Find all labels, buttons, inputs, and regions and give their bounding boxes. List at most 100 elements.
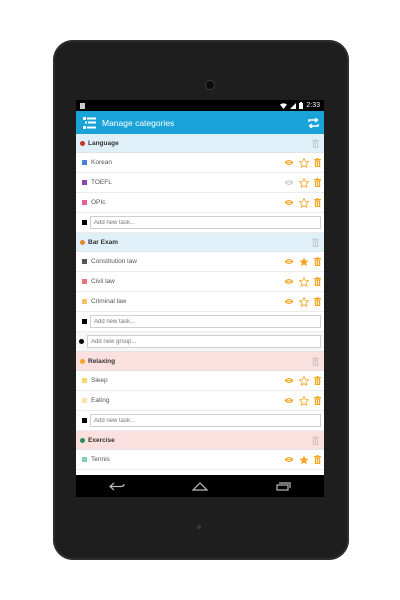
task-row[interactable]: Korean — [76, 153, 324, 173]
task-name: Tennis — [91, 456, 110, 463]
star-icon[interactable] — [299, 197, 309, 208]
trash-icon[interactable] — [314, 455, 321, 464]
eye-icon[interactable] — [284, 179, 294, 186]
star-icon[interactable] — [299, 375, 309, 386]
add-task-input[interactable] — [90, 315, 321, 328]
add-task-input[interactable] — [90, 216, 321, 229]
status-time: 2:33 — [306, 102, 320, 109]
category-list: Language Korean TOEFL OPIc Bar Exam Constitut… — [76, 134, 324, 485]
task-color-swatch[interactable] — [82, 180, 87, 185]
page-title: Manage categories — [102, 117, 175, 128]
trash-icon[interactable] — [314, 396, 321, 405]
group-color-dot[interactable] — [80, 239, 85, 245]
task-color-swatch[interactable] — [82, 457, 87, 462]
star-icon[interactable] — [299, 157, 309, 168]
task-name: OPIc — [91, 199, 106, 206]
star-icon[interactable] — [299, 395, 309, 406]
home-icon[interactable] — [191, 481, 208, 491]
task-color-swatch[interactable] — [82, 200, 87, 205]
group-color-dot[interactable] — [80, 358, 85, 364]
group-color-dot[interactable] — [80, 140, 85, 146]
group-name: Exercise — [88, 436, 115, 444]
task-row[interactable]: Constitution law — [76, 252, 324, 272]
signal-icon — [290, 102, 297, 109]
group-name: Relaxing — [88, 357, 116, 365]
task-name: Eating — [91, 397, 110, 404]
trash-icon[interactable] — [314, 178, 321, 187]
star-icon[interactable] — [299, 256, 309, 267]
trash-icon[interactable] — [312, 138, 319, 148]
trash-icon[interactable] — [314, 297, 321, 306]
task-color-swatch[interactable] — [82, 398, 87, 403]
add-task-row — [76, 312, 324, 332]
trash-icon[interactable] — [314, 257, 321, 266]
eye-icon[interactable] — [284, 397, 294, 404]
task-row[interactable]: TOEFL — [76, 173, 324, 193]
task-color-swatch[interactable] — [82, 378, 87, 383]
task-row[interactable]: OPIc — [76, 193, 324, 213]
task-row[interactable]: Civil law — [76, 272, 324, 292]
recents-icon[interactable] — [275, 481, 291, 491]
group-header[interactable]: Relaxing — [76, 352, 324, 371]
group-name: Bar Exam — [88, 238, 118, 246]
eye-icon[interactable] — [284, 159, 294, 166]
task-row[interactable]: Sleep — [76, 371, 324, 391]
group-header[interactable]: Bar Exam — [76, 233, 324, 252]
group-name: Language — [88, 139, 119, 147]
nav-bar — [76, 475, 324, 497]
trash-icon[interactable] — [312, 435, 319, 445]
add-task-row — [76, 213, 324, 233]
trash-icon[interactable] — [312, 237, 319, 247]
task-color-swatch[interactable] — [82, 319, 87, 324]
eye-icon[interactable] — [284, 298, 294, 305]
star-icon[interactable] — [299, 296, 309, 307]
task-color-swatch[interactable] — [82, 259, 87, 264]
list-menu-icon[interactable] — [83, 116, 96, 129]
app-bar: Manage categories — [76, 111, 324, 134]
status-bar: 2:33 — [76, 100, 324, 111]
group-color-swatch[interactable] — [79, 339, 84, 344]
front-camera — [205, 80, 215, 90]
task-name: TOEFL — [91, 179, 112, 186]
task-row[interactable]: Eating — [76, 391, 324, 411]
group-header[interactable]: Exercise — [76, 431, 324, 450]
task-row[interactable]: Criminal law — [76, 292, 324, 312]
star-icon[interactable] — [299, 454, 309, 465]
task-name: Criminal law — [91, 298, 127, 305]
eye-icon[interactable] — [284, 258, 294, 265]
trash-icon[interactable] — [314, 198, 321, 207]
task-name: Constitution law — [91, 258, 137, 265]
task-color-swatch[interactable] — [82, 279, 87, 284]
trash-icon[interactable] — [314, 376, 321, 385]
eye-icon[interactable] — [284, 377, 294, 384]
add-group-input[interactable] — [87, 335, 321, 348]
screen: 2:33 Manage categories Language Korean TOE… — [76, 100, 324, 497]
task-color-swatch[interactable] — [82, 418, 87, 423]
task-color-swatch[interactable] — [82, 220, 87, 225]
star-icon[interactable] — [299, 177, 309, 188]
group-color-dot[interactable] — [80, 437, 85, 443]
task-name: Korean — [91, 159, 112, 166]
add-group-row — [76, 332, 324, 352]
trash-icon[interactable] — [312, 356, 319, 366]
task-name: Civil law — [91, 278, 115, 285]
add-task-row — [76, 411, 324, 431]
wifi-icon — [280, 102, 288, 109]
star-icon[interactable] — [299, 276, 309, 287]
sync-icon[interactable] — [306, 116, 320, 130]
eye-icon[interactable] — [284, 199, 294, 206]
trash-icon[interactable] — [314, 158, 321, 167]
battery-icon — [299, 102, 304, 109]
notification-icon — [80, 102, 85, 109]
group-header[interactable]: Language — [76, 134, 324, 153]
task-color-swatch[interactable] — [82, 160, 87, 165]
task-color-swatch[interactable] — [82, 299, 87, 304]
task-name: Sleep — [91, 377, 108, 384]
eye-icon[interactable] — [284, 456, 294, 463]
eye-icon[interactable] — [284, 278, 294, 285]
trash-icon[interactable] — [314, 277, 321, 286]
task-row[interactable]: Tennis — [76, 450, 324, 470]
microphone-hole — [197, 525, 201, 529]
add-task-input[interactable] — [90, 414, 321, 427]
back-icon[interactable] — [109, 482, 125, 491]
